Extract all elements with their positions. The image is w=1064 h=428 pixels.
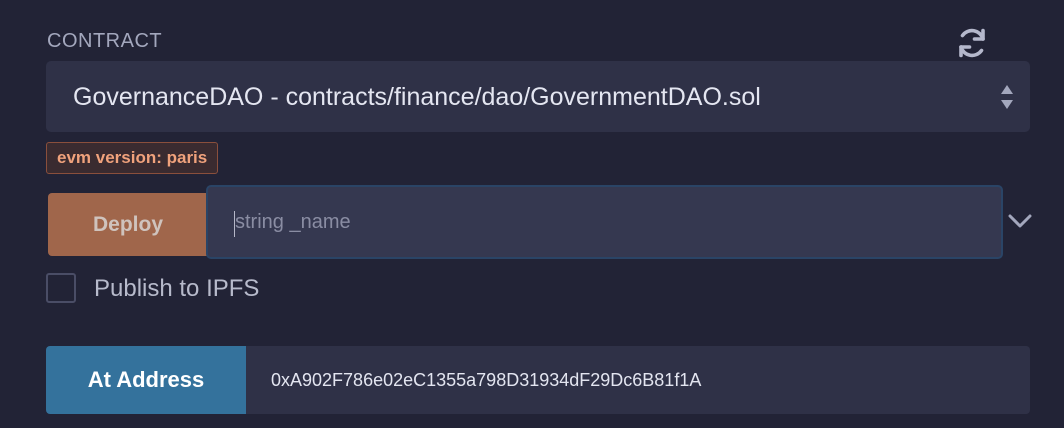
deploy-button[interactable]: Deploy [48, 193, 208, 256]
chevron-down-icon[interactable] [1006, 207, 1034, 235]
contract-section-label: CONTRACT [47, 30, 163, 52]
contract-select-value: GovernanceDAO - contracts/finance/dao/Go… [73, 83, 761, 111]
publish-ipfs-label[interactable]: Publish to IPFS [94, 275, 259, 303]
refresh-icon[interactable] [954, 25, 990, 61]
text-caret [234, 211, 235, 237]
sort-arrows-icon [1000, 84, 1014, 110]
evm-version-badge: evm version: paris [46, 142, 219, 174]
at-address-button[interactable]: At Address [46, 346, 246, 414]
address-input[interactable]: 0xA902F786e02eC1355a798D31934dF29Dc6B81f… [246, 346, 1030, 414]
deploy-args-input[interactable] [206, 185, 1003, 259]
contract-select[interactable]: GovernanceDAO - contracts/finance/dao/Go… [46, 61, 1030, 132]
publish-ipfs-checkbox[interactable] [46, 273, 76, 303]
